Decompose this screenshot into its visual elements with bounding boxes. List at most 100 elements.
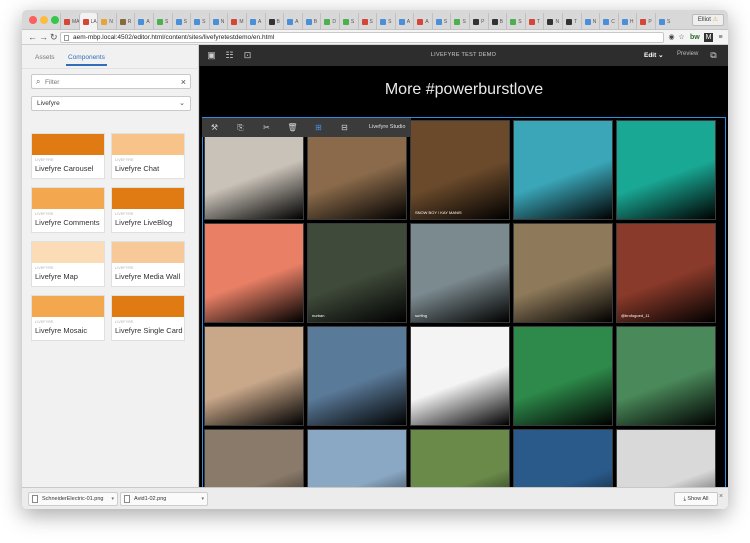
- browser-tab[interactable]: S: [152, 13, 172, 30]
- show-all-downloads-button[interactable]: ⤓ Show All: [674, 492, 718, 506]
- media-wall-tile[interactable]: [307, 429, 407, 487]
- media-wall-tile[interactable]: @brofogoed_11: [616, 223, 716, 323]
- media-wall-tile[interactable]: [307, 326, 407, 426]
- extension-icon-3[interactable]: M: [704, 33, 713, 42]
- favicon-icon: [231, 18, 238, 25]
- browser-tab[interactable]: R: [115, 13, 135, 30]
- component-card[interactable]: LIVEFYRE Livefyre Mosaic: [31, 295, 105, 341]
- component-card[interactable]: LIVEFYRE Livefyre Carousel: [31, 133, 105, 179]
- media-wall-tile[interactable]: [616, 326, 716, 426]
- tile-image: [617, 327, 715, 425]
- minimize-window-button[interactable]: [40, 16, 48, 24]
- cut-icon[interactable]: ✂: [261, 122, 272, 133]
- component-card[interactable]: LIVEFYRE Livefyre Single Card: [111, 295, 185, 341]
- browser-tab[interactable]: A: [394, 13, 414, 30]
- browser-tab[interactable]: B: [487, 13, 507, 30]
- media-wall-tile[interactable]: [616, 120, 716, 220]
- file-icon: [32, 495, 38, 503]
- menu-icon[interactable]: ≡: [716, 33, 725, 42]
- media-wall-tile[interactable]: [616, 429, 716, 487]
- browser-tab[interactable]: S: [450, 13, 469, 30]
- chevron-down-icon[interactable]: ▾: [201, 493, 204, 505]
- browser-tab[interactable]: B: [264, 13, 284, 30]
- clear-filter-icon[interactable]: ×: [181, 76, 186, 88]
- preview-button[interactable]: Preview: [677, 51, 698, 57]
- browser-tab[interactable]: A: [245, 13, 265, 30]
- reload-icon[interactable]: ↻: [50, 31, 58, 44]
- browser-tab[interactable]: S: [190, 13, 209, 30]
- browser-tab[interactable]: N: [97, 13, 116, 30]
- media-wall-tile[interactable]: SNOW BOY / KAY MANIS: [410, 120, 510, 220]
- trash-icon[interactable]: 🗑: [287, 122, 298, 133]
- tile-image: [514, 430, 612, 487]
- favicon-icon: [305, 18, 312, 25]
- browser-tab[interactable]: S: [171, 13, 191, 30]
- favicon-icon: [454, 18, 461, 25]
- bookmark-star-icon[interactable]: ☆: [677, 33, 686, 42]
- group-icon[interactable]: ⊞: [313, 122, 324, 133]
- component-card[interactable]: LIVEFYRE Livefyre Map: [31, 241, 105, 287]
- media-wall-tile[interactable]: [513, 120, 613, 220]
- mode-selector[interactable]: Edit ⌄: [644, 51, 664, 59]
- media-wall-tile[interactable]: [513, 429, 613, 487]
- browser-tab[interactable]: LA: [78, 13, 98, 30]
- zoom-window-button[interactable]: [51, 16, 59, 24]
- extension-icon-1[interactable]: ◉: [667, 33, 676, 42]
- copy-icon[interactable]: ⎘: [235, 122, 246, 133]
- browser-tab[interactable]: C: [599, 13, 618, 30]
- close-window-button[interactable]: [29, 16, 37, 24]
- tab-assets[interactable]: Assets: [35, 54, 55, 61]
- browser-tab[interactable]: D: [320, 13, 339, 30]
- media-wall-tile[interactable]: [410, 326, 510, 426]
- browser-tab[interactable]: MA: [60, 13, 79, 30]
- browser-tab[interactable]: P: [636, 13, 655, 30]
- browser-tab[interactable]: A: [283, 13, 302, 30]
- browser-tab[interactable]: S: [431, 13, 451, 30]
- emulator-icon[interactable]: ⧉: [708, 50, 719, 61]
- browser-tab[interactable]: A: [134, 13, 153, 30]
- browser-tab[interactable]: H: [617, 13, 637, 30]
- save-icon[interactable]: ⊟: [339, 122, 350, 133]
- browser-tab[interactable]: T: [524, 13, 544, 30]
- wrench-icon[interactable]: ⚒: [209, 122, 220, 133]
- tab-label: B: [276, 18, 280, 25]
- back-arrow-icon[interactable]: ←: [28, 31, 37, 44]
- component-card[interactable]: LIVEFYRE Livefyre Media Wall: [111, 241, 185, 287]
- media-wall-tile[interactable]: surfing: [410, 223, 510, 323]
- media-wall-tile[interactable]: nurban: [307, 223, 407, 323]
- browser-tab[interactable]: A: [413, 13, 432, 30]
- browser-tab[interactable]: S: [338, 13, 358, 30]
- media-wall-tile[interactable]: [204, 429, 304, 487]
- component-card[interactable]: LIVEFYRE Livefyre LiveBlog: [111, 187, 185, 233]
- tab-components[interactable]: Components: [66, 54, 107, 66]
- browser-tab[interactable]: S: [655, 13, 674, 30]
- profile-button[interactable]: Elliot ⚠: [691, 14, 724, 26]
- component-card[interactable]: LIVEFYRE Livefyre Chat: [111, 133, 185, 179]
- filter-input[interactable]: [45, 77, 170, 87]
- media-wall-tile[interactable]: [204, 326, 304, 426]
- media-wall-tile[interactable]: [204, 223, 304, 323]
- browser-tab[interactable]: S: [357, 13, 377, 30]
- download-item[interactable]: SchneiderElectric-01.png ▾: [28, 492, 118, 506]
- component-group-select[interactable]: Livefyre ⌄: [31, 96, 191, 111]
- media-wall-tile[interactable]: [410, 429, 510, 487]
- browser-tab[interactable]: B: [301, 13, 321, 30]
- browser-tab[interactable]: N: [580, 13, 600, 30]
- browser-tab[interactable]: T: [562, 13, 581, 30]
- close-icon[interactable]: ×: [719, 493, 723, 500]
- favicon-icon: [435, 18, 442, 25]
- browser-tab[interactable]: P: [469, 13, 488, 30]
- browser-tab[interactable]: S: [376, 13, 395, 30]
- address-bar[interactable]: aem-mbp.local:4502/editor.html/content/s…: [60, 32, 664, 43]
- download-item[interactable]: Avid1-02.png ▾: [120, 492, 208, 506]
- browser-tab[interactable]: N: [208, 13, 228, 30]
- media-wall-tile[interactable]: [513, 326, 613, 426]
- component-card[interactable]: LIVEFYRE Livefyre Comments: [31, 187, 105, 233]
- media-wall-tile[interactable]: [513, 223, 613, 323]
- extension-icon-2[interactable]: bw: [690, 33, 700, 42]
- browser-tab[interactable]: S: [506, 13, 525, 30]
- chevron-down-icon[interactable]: ▾: [111, 493, 114, 505]
- browser-tab[interactable]: N: [543, 13, 562, 30]
- forward-arrow-icon[interactable]: →: [39, 31, 48, 44]
- browser-tab[interactable]: M: [227, 13, 246, 30]
